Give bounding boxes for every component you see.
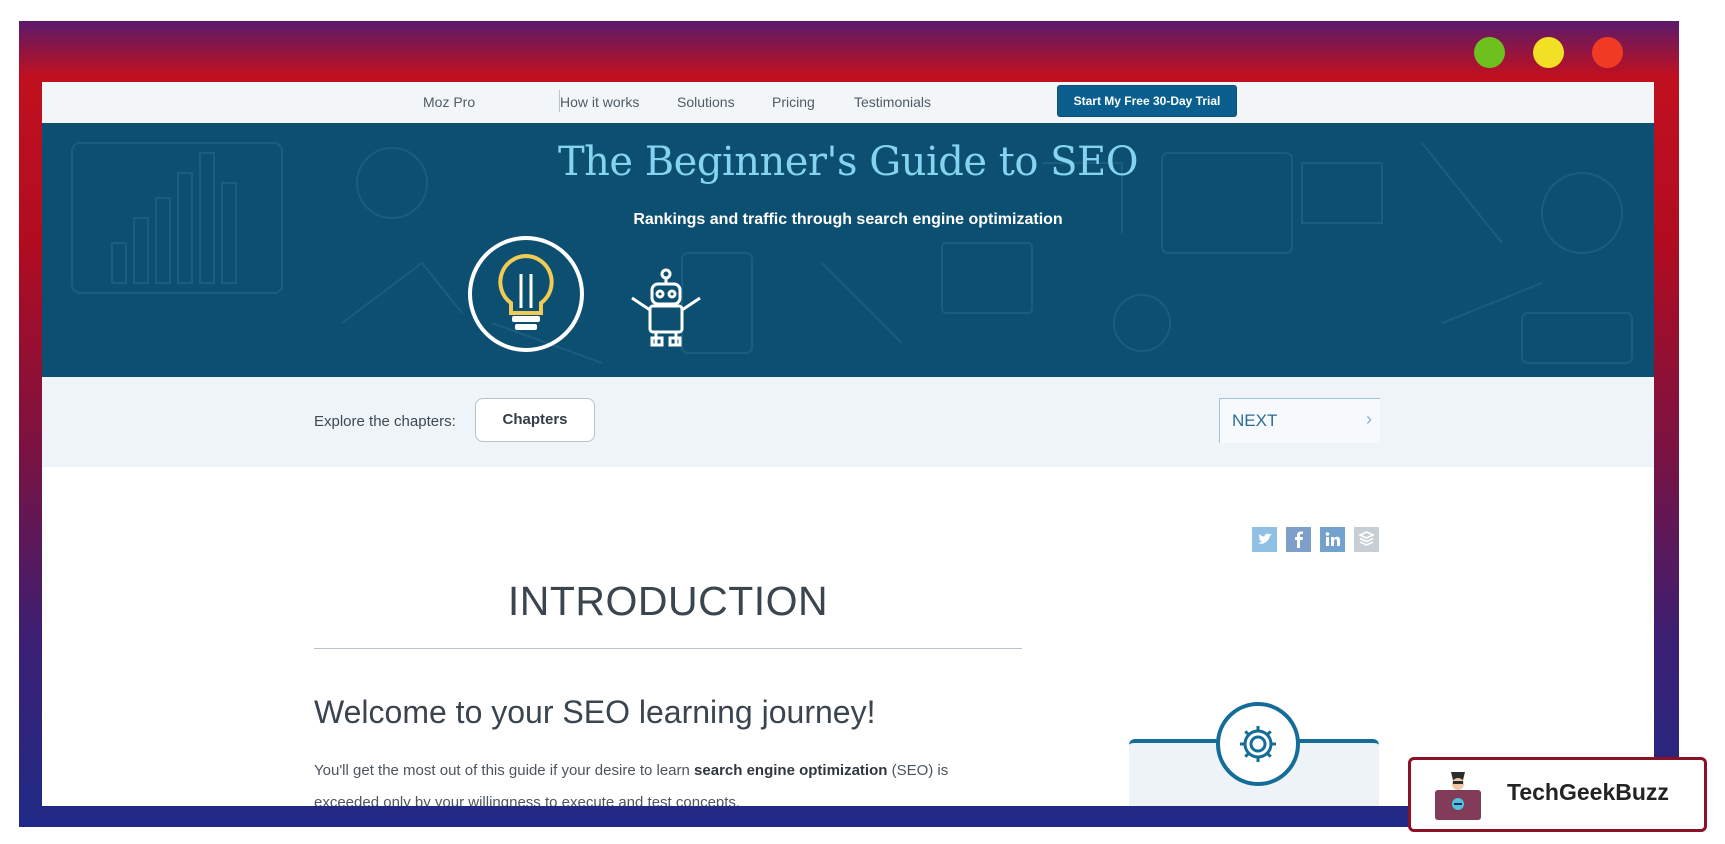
hero-subtitle: Rankings and traffic through search engi…	[633, 211, 1063, 228]
next-label: NEXT	[1232, 411, 1278, 430]
linkedin-icon[interactable]	[1320, 527, 1345, 552]
facebook-icon[interactable]	[1286, 527, 1311, 552]
watermark-badge: TechGeekBuzz	[1408, 757, 1707, 832]
watermark-text: TechGeekBuzz	[1507, 779, 1669, 805]
window-maximize-button[interactable]	[1474, 37, 1505, 68]
techgeekbuzz-logo-icon	[1435, 772, 1481, 820]
nav-link-pricing[interactable]: Pricing	[772, 82, 815, 123]
section-title: INTRODUCTION	[507, 578, 829, 624]
nav-brand-moz-pro[interactable]: Moz Pro	[423, 82, 475, 123]
intro-paragraph: You'll get the most out of this guide if…	[314, 755, 1004, 806]
buffer-icon[interactable]	[1354, 527, 1379, 552]
robot-icon	[631, 268, 701, 347]
welcome-heading: Welcome to your SEO learning journey!	[314, 694, 876, 730]
intro-text-bold: search engine optimization	[694, 762, 888, 779]
nav-link-testimonials[interactable]: Testimonials	[854, 82, 931, 123]
gear-badge	[1216, 702, 1300, 786]
section-divider	[314, 648, 1022, 649]
hero-title: The Beginner's Guide to SEO	[557, 139, 1139, 185]
twitter-icon[interactable]	[1252, 527, 1277, 552]
lightbulb-icon	[468, 236, 584, 352]
chevron-right-icon: ›	[1366, 409, 1372, 429]
top-navigation: Moz Pro How it works Solutions Pricing T…	[42, 82, 1654, 124]
chapters-navigation: Explore the chapters: Chapters NEXT ›	[42, 377, 1654, 467]
chapters-button[interactable]: Chapters	[475, 398, 595, 442]
hero-banner: The Beginner's Guide to SEO Rankings and…	[42, 123, 1654, 377]
window-close-button[interactable]	[1592, 37, 1623, 68]
web-page: Moz Pro How it works Solutions Pricing T…	[42, 82, 1654, 806]
nav-link-how-it-works[interactable]: How it works	[560, 82, 639, 123]
free-trial-button[interactable]: Start My Free 30-Day Trial	[1057, 85, 1237, 117]
browser-window-frame: Moz Pro How it works Solutions Pricing T…	[19, 21, 1679, 827]
explore-chapters-label: Explore the chapters:	[314, 413, 456, 430]
intro-text-start: You'll get the most out of this guide if…	[314, 762, 695, 779]
window-minimize-button[interactable]	[1533, 37, 1564, 68]
next-chapter-button[interactable]: NEXT ›	[1219, 398, 1380, 443]
gear-icon	[1240, 726, 1276, 762]
nav-link-solutions[interactable]: Solutions	[677, 82, 735, 123]
